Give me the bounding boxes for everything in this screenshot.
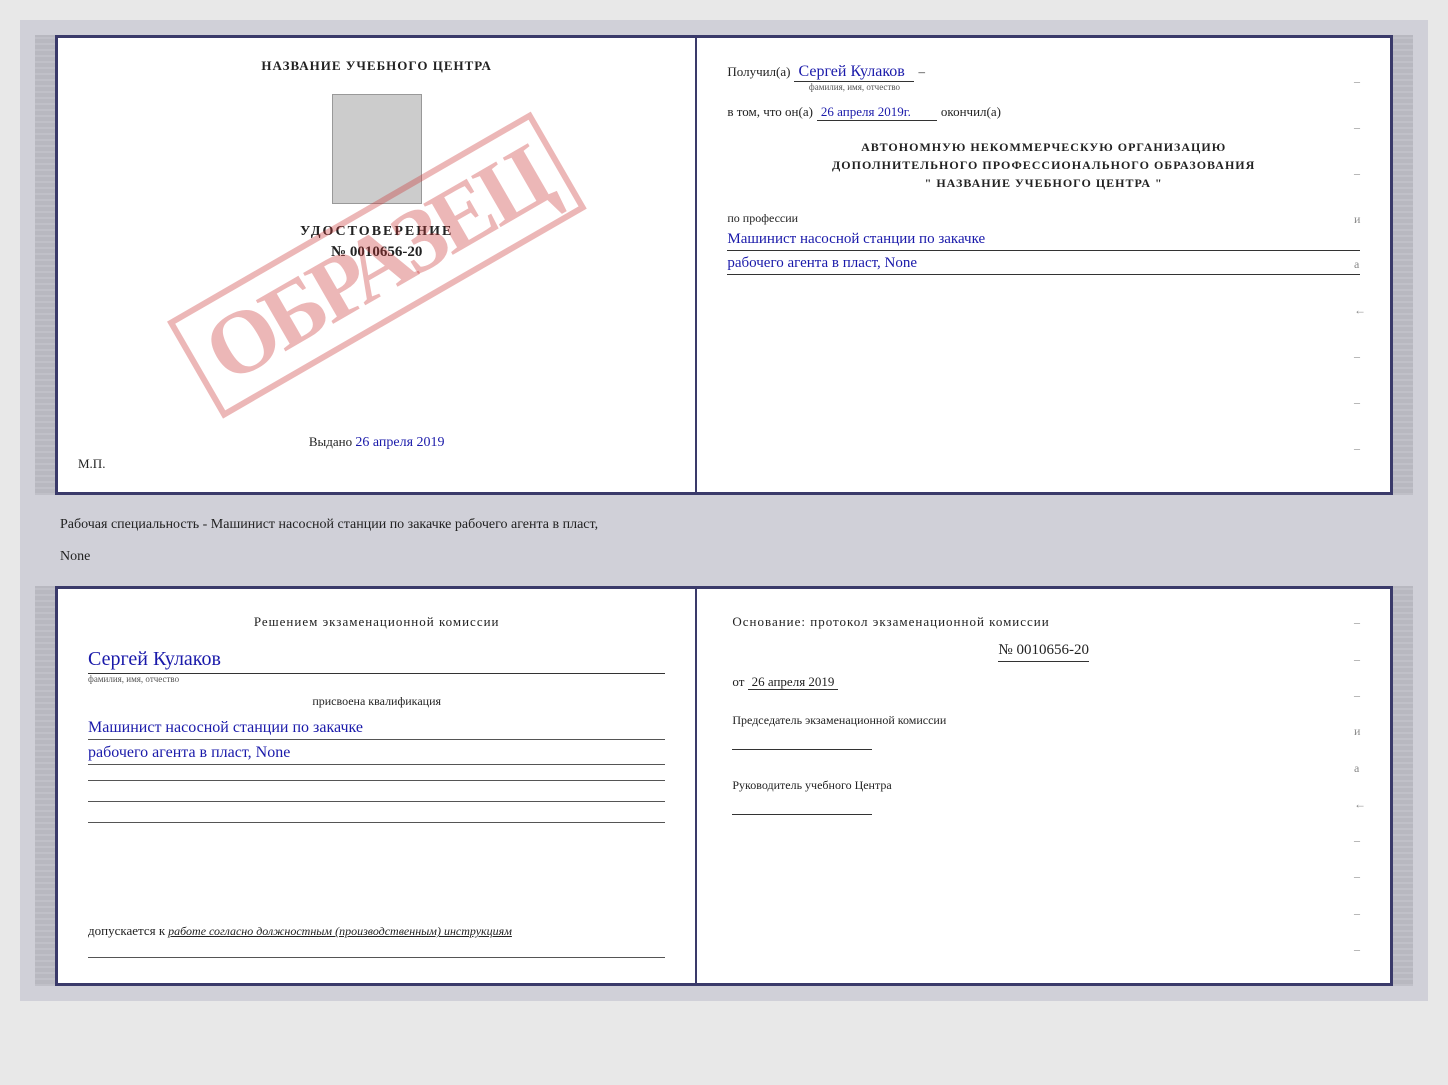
underline-bottom <box>88 957 665 958</box>
udostoverenie-num: № 0010656-20 <box>300 244 453 261</box>
underline1 <box>88 780 665 781</box>
underline2 <box>88 801 665 802</box>
rukovoditel-label: Руководитель учебного Центра <box>732 777 1355 794</box>
predsedatel-signature-line <box>732 749 872 750</box>
bottom-right: Основание: протокол экзаменационной коми… <box>697 589 1390 983</box>
spine-right-bottom <box>1393 586 1413 986</box>
okonchil-label: окончил(а) <box>941 104 1001 120</box>
vydano-line: Выдано 26 апреля 2019 <box>309 414 445 451</box>
spine-left <box>35 35 55 495</box>
bottom-left: Решением экзаменационной комиссии Сергей… <box>58 589 697 983</box>
dopuskaetsya-value: работе согласно должностным (производств… <box>168 924 512 938</box>
underline3 <box>88 822 665 823</box>
ot-label: от <box>732 674 744 689</box>
middle-text: Рабочая специальность - Машинист насосно… <box>60 509 1388 541</box>
name-value: Сергей Кулаков <box>88 648 665 674</box>
org-line1: АВТОНОМНУЮ НЕКОММЕРЧЕСКУЮ ОРГАНИЗАЦИЮ <box>727 138 1360 156</box>
doc-left: НАЗВАНИЕ УЧЕБНОГО ЦЕНТРА ОБРАЗЕЦ УДОСТОВ… <box>58 38 697 492</box>
poluchil-value: Сергей Кулаков <box>794 63 914 82</box>
name-subtext: фамилия, имя, отчество <box>88 674 665 684</box>
vtom-label: в том, что он(а) <box>727 104 813 120</box>
bottom-document-outer: Решением экзаменационной комиссии Сергей… <box>35 586 1413 986</box>
dash-separator: – <box>918 64 925 80</box>
vydano-date: 26 апреля 2019 <box>355 435 444 450</box>
middle-text-block: Рабочая специальность - Машинист насосно… <box>35 505 1413 576</box>
dopuskaetsya-label: допускается к <box>88 923 165 938</box>
vtom-value: 26 апреля 2019г. <box>817 104 937 121</box>
poluchil-row: Получил(а) Сергей Кулаков фамилия, имя, … <box>727 63 1360 92</box>
school-name-top: НАЗВАНИЕ УЧЕБНОГО ЦЕНТРА <box>261 58 492 74</box>
po-professii: по профессии Машинист насосной станции п… <box>727 209 1360 275</box>
protocol-num: № 0010656-20 <box>998 642 1089 662</box>
rukovoditel-block: Руководитель учебного Центра <box>732 777 1355 815</box>
bottom-document: Решением экзаменационной комиссии Сергей… <box>55 586 1393 986</box>
osnovaniye-label: Основание: протокол экзаменационной коми… <box>732 614 1355 630</box>
org-line2: ДОПОЛНИТЕЛЬНОГО ПРОФЕССИОНАЛЬНОГО ОБРАЗО… <box>727 156 1360 174</box>
doc-right: Получил(а) Сергей Кулаков фамилия, имя, … <box>697 38 1390 492</box>
qualification-block: Машинист насосной станции по закачке раб… <box>88 719 665 765</box>
autonomous-org-block: АВТОНОМНУЮ НЕКОММЕРЧЕСКУЮ ОРГАНИЗАЦИЮ ДО… <box>727 138 1360 192</box>
poluchil-label: Получил(а) <box>727 64 790 80</box>
profession-line1: Машинист насосной станции по закачке <box>727 231 1360 251</box>
vydano-label: Выдано <box>309 434 352 449</box>
udostoverenie-title: УДОСТОВЕРЕНИЕ <box>300 224 453 240</box>
predsedatel-label: Председатель экзаменационной комиссии <box>732 712 1355 729</box>
profession-line2: рабочего агента в пласт, None <box>727 255 1360 275</box>
vtom-row: в том, что он(а) 26 апреля 2019г. окончи… <box>727 104 1360 121</box>
top-document-outer: НАЗВАНИЕ УЧЕБНОГО ЦЕНТРА ОБРАЗЕЦ УДОСТОВ… <box>35 35 1413 495</box>
spine-left-bottom <box>35 586 55 986</box>
page-wrapper: НАЗВАНИЕ УЧЕБНОГО ЦЕНТРА ОБРАЗЕЦ УДОСТОВ… <box>20 20 1428 1001</box>
org-line3: " НАЗВАНИЕ УЧЕБНОГО ЦЕНТРА " <box>727 174 1360 192</box>
right-dashes: –––иа←––– <box>1352 38 1368 492</box>
qualification-line2: рабочего агента в пласт, None <box>88 744 665 765</box>
predsedatel-block: Председатель экзаменационной комиссии <box>732 712 1355 750</box>
spine-right <box>1393 35 1413 495</box>
prisvoena-label: присвоена квалификация <box>88 694 665 709</box>
middle-text2: None <box>60 541 1388 573</box>
poluchil-subtext: фамилия, имя, отчество <box>809 82 900 92</box>
rukovoditel-signature-line <box>732 814 872 815</box>
photo-placeholder <box>332 94 422 204</box>
qualification-line1: Машинист насосной станции по закачке <box>88 719 665 740</box>
dopuskaetsya-block: допускается к работе согласно должностны… <box>88 923 665 939</box>
resheniem-label: Решением экзаменационной комиссии <box>88 614 665 630</box>
udostoverenie-block: УДОСТОВЕРЕНИЕ № 0010656-20 <box>300 224 453 261</box>
mp-line: М.П. <box>78 456 105 472</box>
name-block: Сергей Кулаков фамилия, имя, отчество <box>88 648 665 684</box>
ot-date: 26 апреля 2019 <box>748 674 839 690</box>
date-row: от 26 апреля 2019 <box>732 674 1355 690</box>
top-document: НАЗВАНИЕ УЧЕБНОГО ЦЕНТРА ОБРАЗЕЦ УДОСТОВ… <box>55 35 1393 495</box>
right-dashes-bottom: –––иа←–––– <box>1352 589 1368 983</box>
